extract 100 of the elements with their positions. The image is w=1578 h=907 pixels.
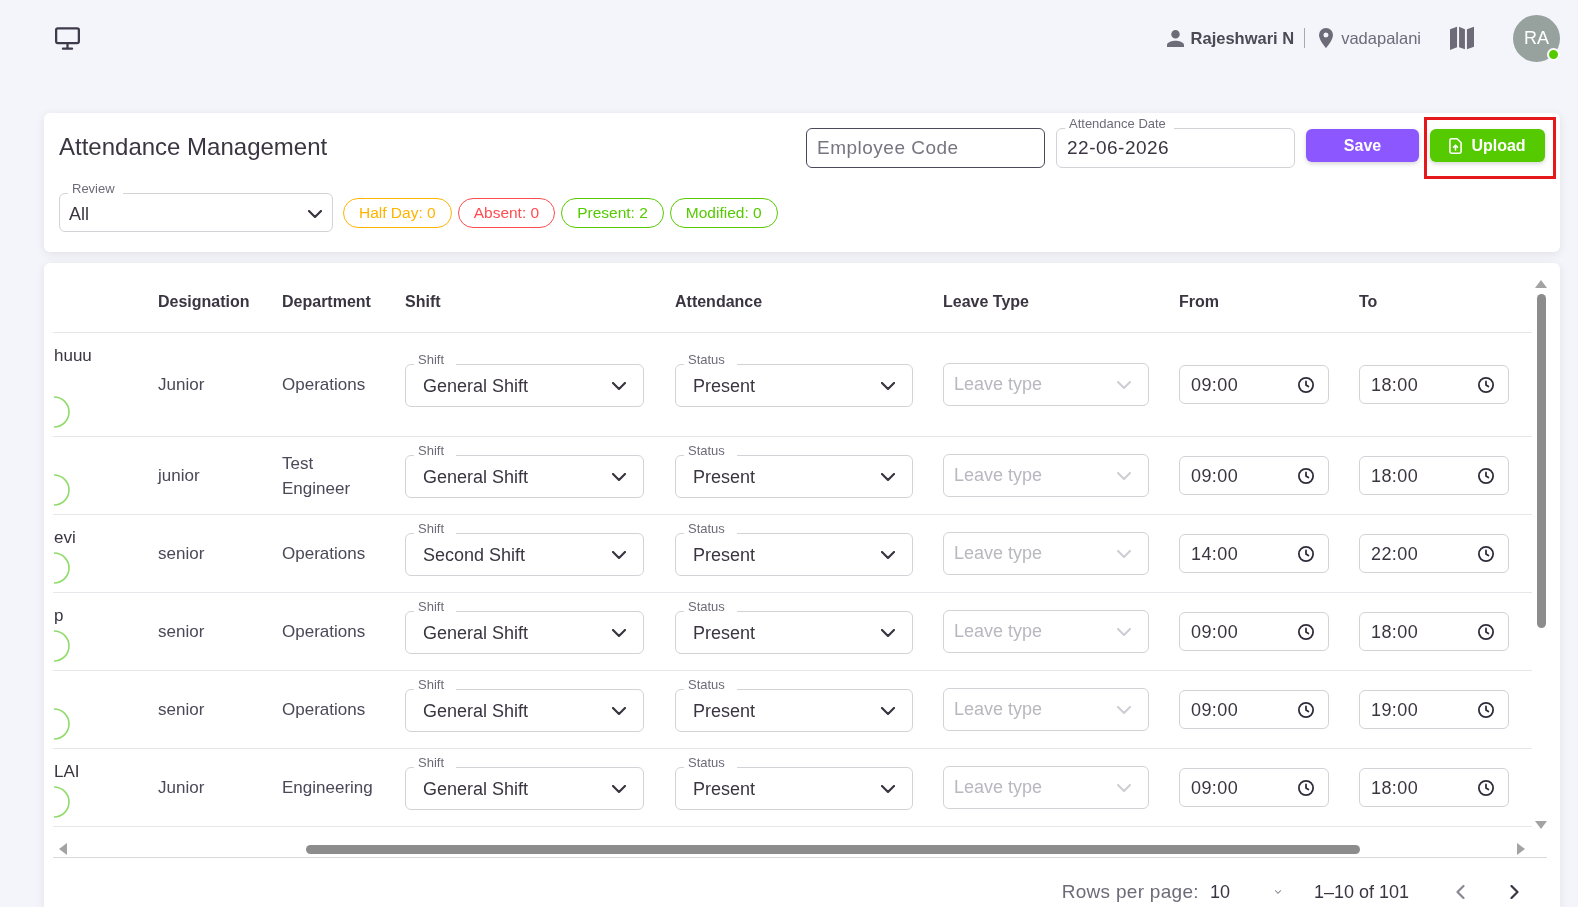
shift-select[interactable]: General Shift xyxy=(405,455,644,498)
clock-icon xyxy=(1478,702,1494,718)
table-cell-text: Operations xyxy=(282,374,367,396)
chevron-down-icon xyxy=(881,382,895,390)
time-field[interactable]: 18:00 xyxy=(1359,365,1509,404)
time-field[interactable]: 09:00 xyxy=(1179,690,1329,729)
time-field[interactable]: 14:00 xyxy=(1179,534,1329,573)
time-field[interactable]: 09:00 xyxy=(1179,612,1329,651)
time-field[interactable]: 09:00 xyxy=(1179,768,1329,807)
table-cell-text: Junior xyxy=(158,374,206,396)
clock-icon xyxy=(1298,624,1314,640)
field-label: Shift xyxy=(414,353,456,366)
chevron-down-icon xyxy=(881,707,895,715)
rows-per-page-select[interactable]: 10 xyxy=(1209,881,1287,903)
shift-select[interactable]: Second Shift xyxy=(405,533,644,576)
save-button[interactable]: Save xyxy=(1306,129,1419,162)
ring-icon xyxy=(53,552,70,584)
shift-select[interactable]: General Shift xyxy=(405,364,644,407)
time-field[interactable]: 09:00 xyxy=(1179,456,1329,495)
clock-icon xyxy=(1298,546,1314,562)
chevron-left-icon xyxy=(1456,885,1465,899)
employee-name: evi xyxy=(54,528,76,547)
table-cell-text: senior xyxy=(158,543,206,565)
table-cell-text: senior xyxy=(158,699,206,721)
clock-icon xyxy=(1478,377,1494,393)
time-field[interactable]: 18:00 xyxy=(1359,456,1509,495)
chevron-down-icon xyxy=(1117,783,1131,792)
next-page-button[interactable] xyxy=(1510,885,1519,899)
field-label: Attendance Date xyxy=(1065,117,1174,130)
table-cell-text: Operations xyxy=(282,543,367,565)
chevron-down-icon xyxy=(612,473,626,481)
shift-select[interactable]: General Shift xyxy=(405,767,644,810)
chevron-down-icon xyxy=(612,382,626,390)
field-label: Shift xyxy=(414,444,456,457)
shift-select[interactable]: General Shift xyxy=(405,689,644,732)
status-chip: Absent: 0 xyxy=(457,197,556,228)
status-select[interactable]: Present xyxy=(675,455,913,498)
shift-select[interactable]: General Shift xyxy=(405,611,644,654)
time-field[interactable]: 09:00 xyxy=(1179,365,1329,404)
time-field[interactable]: 18:00 xyxy=(1359,612,1509,651)
page-title: Attendance Management xyxy=(59,133,328,161)
location-pin-icon xyxy=(1319,28,1334,48)
employee-name: LAI xyxy=(54,762,80,781)
table-cell-text: Junior xyxy=(158,777,206,799)
rows-per-page-label: Rows per page: xyxy=(1061,881,1199,903)
monitor-icon[interactable] xyxy=(55,26,80,50)
table-cell-text: Engineering xyxy=(282,777,374,799)
column-header: To xyxy=(1359,292,1379,311)
chevron-down-icon xyxy=(308,210,322,218)
status-select[interactable]: Present xyxy=(675,767,913,810)
table-cell-text: Operations xyxy=(282,699,367,721)
time-field[interactable]: 18:00 xyxy=(1359,768,1509,807)
table-cell-text: senior xyxy=(158,621,206,643)
chevron-down-icon xyxy=(612,707,626,715)
location-name: vadapalani xyxy=(1341,28,1421,48)
field-label: Status xyxy=(684,756,737,769)
status-chip: Half Day: 0 xyxy=(343,197,452,228)
caret-down-icon xyxy=(1274,890,1281,894)
status-chip: Present: 2 xyxy=(561,197,664,228)
field-label: Status xyxy=(684,353,737,366)
clock-icon xyxy=(1478,624,1494,640)
table-cell-text: junior xyxy=(158,465,201,487)
status-select[interactable]: Present xyxy=(675,689,913,732)
field-label: Shift xyxy=(414,522,456,535)
field-label: Shift xyxy=(414,600,456,613)
ring-icon xyxy=(53,474,70,506)
chevron-down-icon xyxy=(612,785,626,793)
chevron-right-icon xyxy=(1510,885,1519,899)
ring-icon xyxy=(53,630,70,662)
field-label: Status xyxy=(684,600,737,613)
time-field[interactable]: 22:00 xyxy=(1359,534,1509,573)
clock-icon xyxy=(1298,780,1314,796)
time-field[interactable]: 19:00 xyxy=(1359,690,1509,729)
chevron-down-icon xyxy=(1117,549,1131,558)
chevron-down-icon xyxy=(881,473,895,481)
employee-name: huuu xyxy=(54,346,92,365)
column-header: Department xyxy=(282,292,372,311)
column-header: From xyxy=(1179,292,1220,311)
employee-code-field[interactable]: Employee Code xyxy=(806,128,1045,168)
map-icon[interactable] xyxy=(1450,26,1474,50)
field-label: Review xyxy=(68,182,123,195)
table-cell-text: Operations xyxy=(282,621,367,643)
attendance-date-field[interactable]: 22-06-2026 xyxy=(1056,128,1295,168)
column-header: Shift xyxy=(405,292,442,311)
column-header: Attendance xyxy=(675,292,764,311)
status-select[interactable]: Present xyxy=(675,533,913,576)
field-label: Status xyxy=(684,678,737,691)
column-header: Designation xyxy=(158,292,251,311)
ring-icon xyxy=(53,786,70,818)
status-select[interactable]: Present xyxy=(675,611,913,654)
chevron-down-icon xyxy=(1117,627,1131,636)
chevron-down-icon xyxy=(612,551,626,559)
person-icon xyxy=(1166,29,1184,47)
chevron-down-icon xyxy=(1117,705,1131,714)
field-label: Status xyxy=(684,444,737,457)
status-select[interactable]: Present xyxy=(675,364,913,407)
chevron-down-icon xyxy=(1117,471,1131,480)
clock-icon xyxy=(1298,702,1314,718)
clock-icon xyxy=(1478,546,1494,562)
review-select[interactable]: All xyxy=(59,193,333,232)
